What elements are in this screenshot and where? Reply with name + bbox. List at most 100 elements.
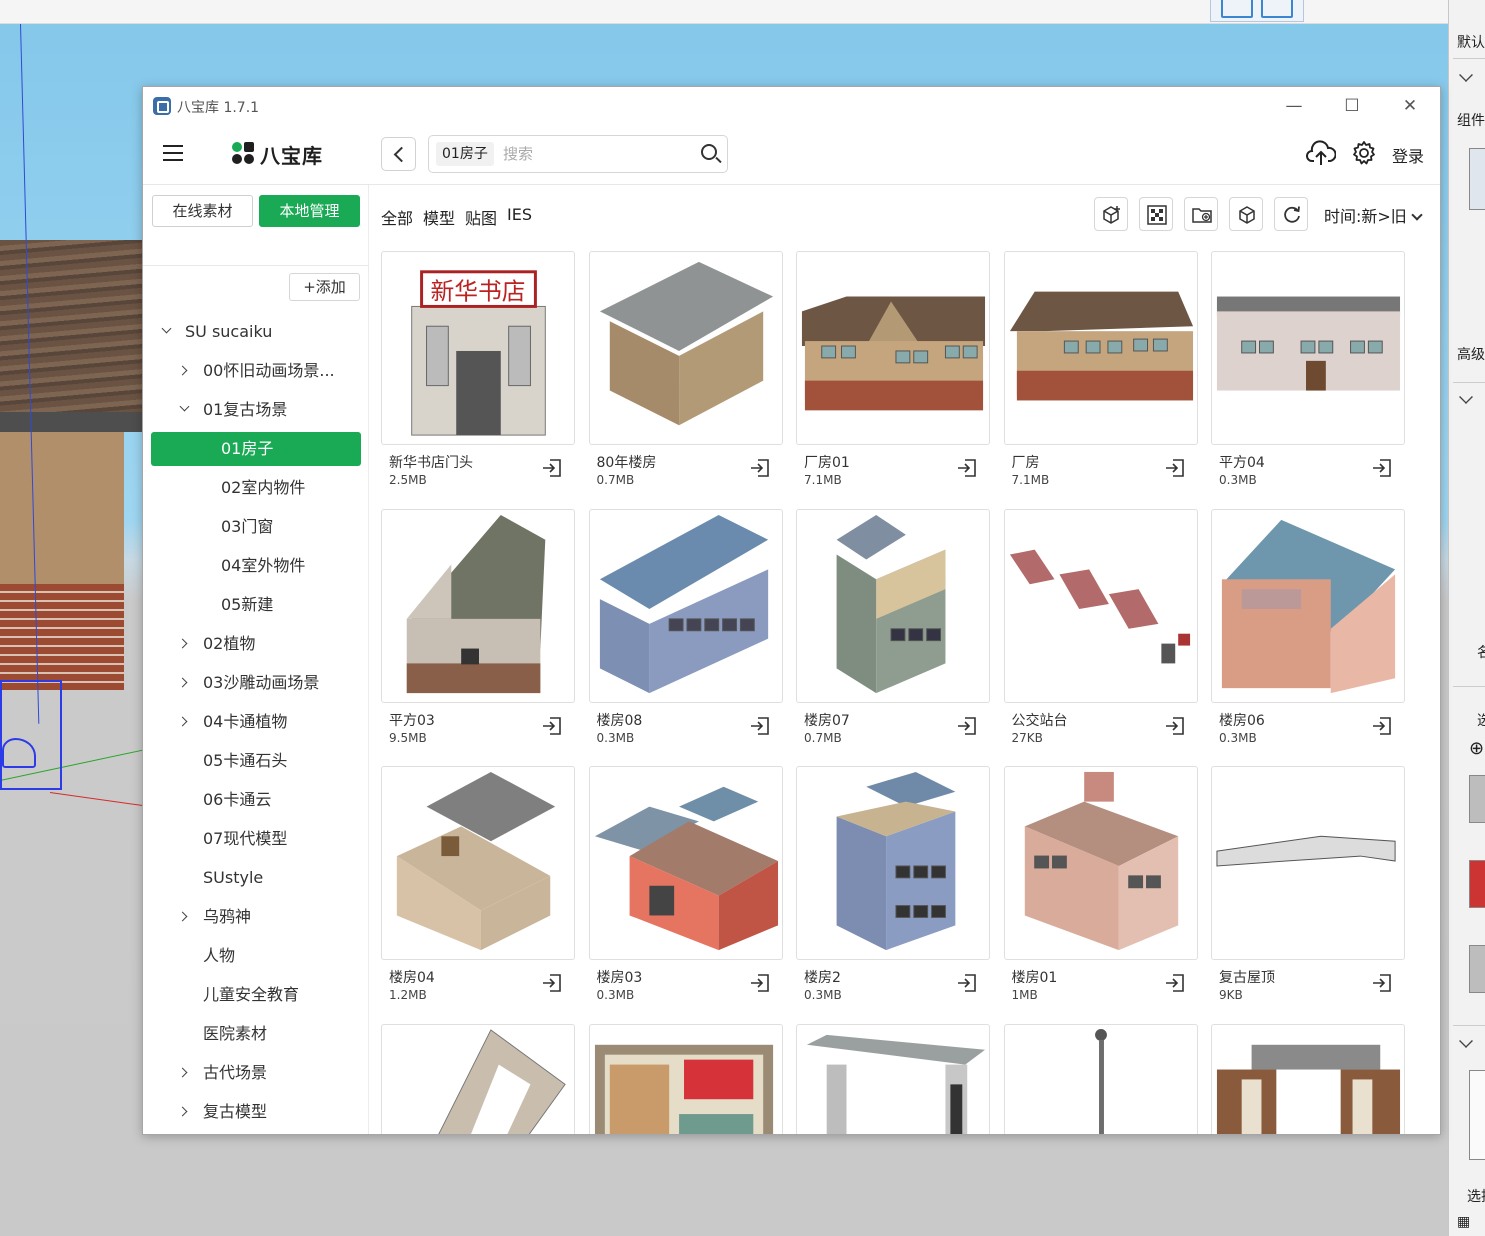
asset-thumbnail[interactable] [796,766,990,960]
tab-model[interactable]: 模型 [423,205,455,229]
asset-thumbnail[interactable] [1211,766,1405,960]
import-icon[interactable] [542,973,562,993]
asset-card[interactable]: 新华书店 新华书店门头 2.5MB [381,251,575,491]
asset-thumbnail[interactable] [796,251,990,445]
asset-thumbnail[interactable] [381,508,575,703]
import-icon[interactable] [1372,716,1392,736]
add-folder-tool-button[interactable] [1184,197,1218,231]
asset-card[interactable]: 楼房06 0.3MB [1211,508,1405,749]
chevron-right-icon[interactable] [177,1106,188,1117]
chevron-right-icon[interactable] [177,365,188,376]
maximize-button[interactable]: ☐ [1327,91,1377,121]
import-icon[interactable] [1372,973,1392,993]
asset-card[interactable] [1003,1023,1198,1134]
tree-item[interactable]: 01房子 [151,432,361,466]
asset-card[interactable]: 厂房01 7.1MB [796,251,990,491]
collapse-chevron-icon-2[interactable] [1459,390,1473,404]
asset-card[interactable]: 平方04 0.3MB [1211,251,1405,491]
asset-thumbnail[interactable] [1003,508,1198,703]
asset-thumbnail[interactable] [1211,251,1405,445]
import-icon[interactable] [750,973,770,993]
import-icon[interactable] [1372,458,1392,478]
chevron-right-icon[interactable] [177,716,188,727]
asset-card[interactable] [796,1023,990,1134]
asset-card[interactable] [588,1023,783,1134]
import-icon[interactable] [750,458,770,478]
asset-thumbnail[interactable] [796,1023,990,1134]
search-input[interactable] [503,140,693,168]
collapse-chevron-icon-3[interactable] [1459,1034,1473,1048]
chevron-right-icon[interactable] [177,911,188,922]
back-button[interactable] [381,137,416,171]
asset-thumbnail[interactable] [1211,508,1405,703]
import-icon[interactable] [957,973,977,993]
asset-thumbnail[interactable] [588,1023,783,1134]
login-link[interactable]: 登录 [1392,143,1424,167]
asset-thumbnail[interactable] [381,766,575,960]
chevron-down-icon[interactable] [161,323,172,334]
asset-card[interactable] [381,1023,575,1134]
material-preview[interactable] [1469,1070,1485,1160]
import-icon[interactable] [750,716,770,736]
tab-all[interactable]: 全部 [381,205,413,229]
asset-thumbnail[interactable] [1003,1023,1198,1134]
asset-card[interactable]: 厂房 7.1MB [1003,251,1198,491]
asset-card[interactable]: 公交站台 27KB [1003,508,1198,749]
asset-card[interactable]: 楼房01 1MB [1003,766,1198,1006]
asset-thumbnail[interactable] [1211,1023,1405,1134]
import-icon[interactable] [1165,716,1185,736]
texture-button[interactable] [1139,197,1173,231]
component-thumb-1[interactable] [1469,775,1485,823]
asset-card[interactable]: 楼房08 0.3MB [588,508,783,749]
asset-card[interactable]: 80年楼房 0.7MB [588,251,783,491]
asset-thumbnail[interactable] [1003,251,1198,445]
asset-card[interactable]: 楼房2 0.3MB [796,766,990,1006]
asset-thumbnail[interactable] [588,251,783,445]
asset-thumbnail[interactable]: 新华书店 [381,251,575,445]
add-folder-button[interactable]: +添加 [289,273,360,301]
chevron-down-icon[interactable] [179,401,190,412]
search-scope-tag[interactable]: 01房子 [436,142,494,166]
asset-thumbnail[interactable] [588,508,783,703]
asset-thumbnail[interactable] [796,508,990,703]
import-icon[interactable] [957,458,977,478]
asset-card[interactable]: 平方03 9.5MB [381,508,575,749]
chevron-right-icon[interactable] [177,638,188,649]
hamburger-menu-icon[interactable] [163,145,183,161]
cloud-upload-icon[interactable] [1306,139,1336,167]
close-button[interactable]: ✕ [1385,91,1435,121]
chevron-right-icon[interactable] [177,1067,188,1078]
local-manage-button[interactable]: 本地管理 [259,195,360,227]
asset-card[interactable]: 楼房04 1.2MB [381,766,575,1006]
import-icon[interactable] [542,458,562,478]
component-thumb-2[interactable] [1469,860,1485,908]
component-button[interactable] [1229,197,1263,231]
asset-card[interactable]: 复古屋顶 9KB [1211,766,1405,1006]
tab-texture[interactable]: 贴图 [465,205,497,229]
import-icon[interactable] [1165,973,1185,993]
gear-icon[interactable] [1351,140,1377,166]
add-model-button[interactable] [1094,197,1128,231]
asset-card[interactable]: 楼房07 0.7MB [796,508,990,749]
asset-card[interactable] [1211,1023,1405,1134]
import-icon[interactable] [957,716,977,736]
component-preview[interactable] [1469,148,1485,210]
search-box[interactable]: 01房子 [428,135,728,173]
asset-thumbnail[interactable] [1003,766,1198,960]
sort-select[interactable]: 时间:新>旧 [1324,203,1423,227]
minimize-button[interactable]: — [1269,91,1319,121]
asset-thumbnail[interactable] [588,766,783,960]
component-thumb-3[interactable] [1469,945,1485,993]
import-icon[interactable] [542,716,562,736]
image-icon[interactable] [1221,0,1253,18]
add-circle-icon[interactable]: ⊕ [1469,738,1484,759]
collapse-chevron-icon[interactable] [1459,68,1473,82]
chevron-right-icon[interactable] [177,677,188,688]
window-icon[interactable] [1261,0,1293,18]
title-bar[interactable]: 八宝库 1.7.1 — ☐ ✕ [143,87,1440,125]
asset-card[interactable]: 楼房03 0.3MB [588,766,783,1006]
search-icon[interactable] [701,144,717,160]
refresh-button[interactable] [1274,197,1308,231]
import-icon[interactable] [1165,458,1185,478]
grid-view-icon[interactable]: ▦ [1457,1214,1470,1230]
